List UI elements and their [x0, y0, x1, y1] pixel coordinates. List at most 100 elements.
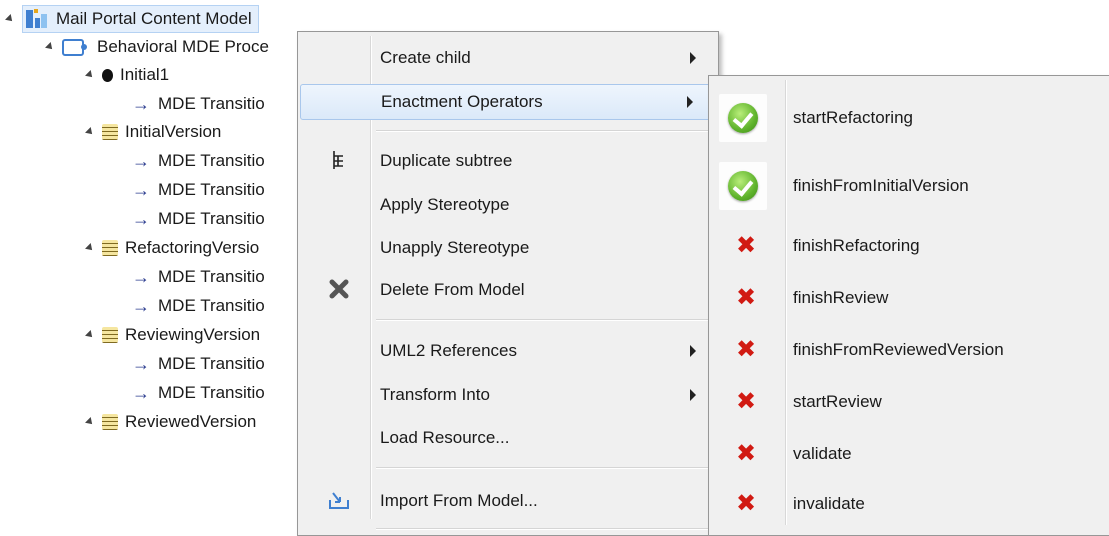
process-icon: [62, 38, 87, 56]
tree-row[interactable]: → MDE Transitio: [132, 349, 265, 379]
model-tree: Mail Portal Content Model Behavioral MDE…: [0, 0, 300, 534]
menu-item-label: Delete From Model: [380, 280, 525, 299]
tree-row[interactable]: InitialVersion: [85, 117, 222, 147]
expand-twisty-icon[interactable]: [5, 14, 15, 24]
menu-item-enactment-operators[interactable]: Enactment Operators: [300, 84, 714, 120]
operator-invalidate[interactable]: ✖ invalidate: [709, 480, 1109, 528]
tree-row[interactable]: → MDE Transitio: [132, 291, 265, 321]
tree-root-selected[interactable]: Mail Portal Content Model: [22, 5, 259, 33]
operator-label: finishRefactoring: [793, 236, 920, 255]
tree-item-label: RefactoringVersio: [125, 238, 260, 257]
tree-item-label: ReviewedVersion: [125, 412, 257, 431]
menu-item-uml2-references[interactable]: UML2 References: [298, 334, 718, 368]
arrow-right-icon: →: [132, 151, 150, 171]
red-x-icon: ✖: [735, 388, 757, 415]
tree-root-row[interactable]: Mail Portal Content Model: [5, 4, 259, 34]
menu-item-label: Duplicate subtree: [380, 151, 513, 170]
operator-start-refactoring[interactable]: startRefactoring: [709, 80, 1109, 156]
expand-twisty-icon[interactable]: [85, 330, 95, 340]
menu-item-label: Transform Into: [380, 385, 490, 404]
arrow-right-icon: →: [132, 267, 150, 287]
operator-finish-from-initial-version[interactable]: finishFromInitialVersion: [709, 156, 1109, 216]
red-x-icon: ✖: [735, 490, 757, 517]
operator-validate[interactable]: ✖ validate: [709, 430, 1109, 478]
menu-separator: [376, 467, 714, 469]
red-x-icon: ✖: [735, 284, 757, 311]
operator-label: finishFromReviewedVersion: [793, 340, 1004, 359]
tree-item-label: MDE Transitio: [158, 180, 265, 199]
context-menu: Create child Enactment Operators Duplica…: [297, 31, 719, 536]
green-check-icon: [728, 171, 758, 201]
stereotype-icon: [102, 327, 118, 343]
menu-item-unapply-stereotype[interactable]: Unapply Stereotype: [298, 231, 718, 265]
operator-label: finishReview: [793, 288, 889, 307]
expand-twisty-icon[interactable]: [85, 70, 95, 80]
expand-twisty-icon[interactable]: [85, 417, 95, 427]
tree-row[interactable]: → MDE Transitio: [132, 204, 265, 234]
submenu-arrow-icon: [687, 96, 693, 108]
enactment-operators-submenu: startRefactoring finishFromInitialVersio…: [708, 75, 1109, 536]
menu-item-duplicate-subtree[interactable]: Duplicate subtree: [298, 144, 718, 178]
tree-item-label: InitialVersion: [125, 122, 222, 141]
menu-item-label: Load Resource...: [380, 428, 510, 447]
submenu-arrow-icon: [690, 389, 696, 401]
tree-row[interactable]: → MDE Transitio: [132, 378, 265, 408]
stereotype-icon: [102, 124, 118, 140]
red-x-icon: ✖: [735, 336, 757, 363]
tree-row[interactable]: ReviewingVersion: [85, 320, 261, 350]
operator-finish-review[interactable]: ✖ finishReview: [709, 274, 1109, 322]
menu-item-transform-into[interactable]: Transform Into: [298, 378, 718, 412]
tree-item-label: MDE Transitio: [158, 209, 265, 228]
tree-row[interactable]: RefactoringVersio: [85, 233, 260, 263]
expand-twisty-icon[interactable]: [85, 127, 95, 137]
operator-label: startRefactoring: [793, 108, 913, 127]
red-x-icon: ✖: [735, 440, 757, 467]
tree-item-label: MDE Transitio: [158, 354, 265, 373]
tree-row[interactable]: → MDE Transitio: [132, 262, 265, 292]
green-check-icon: [728, 103, 758, 133]
tree-item-label: ReviewingVersion: [125, 325, 261, 344]
operator-finish-from-reviewed-version[interactable]: ✖ finishFromReviewedVersion: [709, 326, 1109, 374]
tree-row[interactable]: Behavioral MDE Proce: [45, 32, 269, 62]
tree-item-label: MDE Transitio: [158, 383, 265, 402]
tree-row[interactable]: Initial1: [85, 60, 169, 90]
menu-item-import-from-model[interactable]: Import From Model...: [298, 484, 718, 518]
expand-twisty-icon[interactable]: [45, 42, 55, 52]
operator-finish-refactoring[interactable]: ✖ finishRefactoring: [709, 222, 1109, 270]
tree-item-label: MDE Transitio: [158, 151, 265, 170]
submenu-arrow-icon: [690, 345, 696, 357]
tree-root-label: Mail Portal Content Model: [56, 9, 252, 28]
tree-item-label: MDE Transitio: [158, 267, 265, 286]
arrow-right-icon: →: [132, 354, 150, 374]
tree-row[interactable]: → MDE Transitio: [132, 175, 265, 205]
menu-item-load-resource[interactable]: Load Resource...: [298, 421, 718, 455]
initial-node-icon: [102, 68, 113, 82]
operator-label: invalidate: [793, 494, 865, 513]
expand-twisty-icon[interactable]: [85, 243, 95, 253]
stereotype-icon: [102, 240, 118, 256]
import-icon: [328, 490, 350, 512]
operator-start-review[interactable]: ✖ startReview: [709, 378, 1109, 426]
arrow-right-icon: →: [132, 209, 150, 229]
tree-row[interactable]: → MDE Transitio: [132, 146, 265, 176]
menu-item-label: Enactment Operators: [381, 92, 543, 111]
tree-item-label: Behavioral MDE Proce: [97, 37, 269, 56]
operator-label: validate: [793, 444, 852, 463]
stereotype-icon: [102, 414, 118, 430]
menu-item-label: Unapply Stereotype: [380, 238, 530, 257]
menu-item-delete-from-model[interactable]: Delete From Model: [298, 273, 718, 307]
menu-item-apply-stereotype[interactable]: Apply Stereotype: [298, 188, 718, 222]
menu-item-create-child[interactable]: Create child: [298, 41, 718, 75]
arrow-right-icon: →: [132, 296, 150, 316]
delete-icon: [328, 279, 350, 301]
menu-separator: [376, 319, 714, 321]
operator-label: finishFromInitialVersion: [793, 176, 969, 195]
menu-item-label: UML2 References: [380, 341, 518, 360]
model-package-icon: [26, 9, 47, 28]
menu-item-label: Import From Model...: [380, 491, 538, 510]
tree-row[interactable]: ReviewedVersion: [85, 407, 257, 437]
arrow-right-icon: →: [132, 383, 150, 403]
arrow-right-icon: →: [132, 94, 150, 114]
menu-separator: [376, 528, 714, 530]
tree-row[interactable]: → MDE Transitio: [132, 89, 265, 119]
